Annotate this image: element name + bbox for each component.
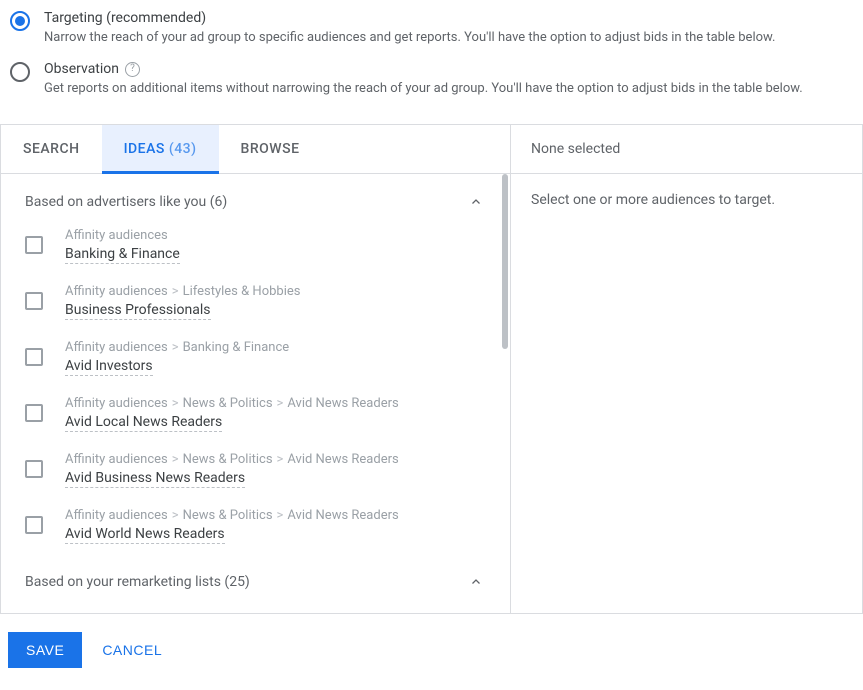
tab-ideas-count: (43) — [169, 141, 197, 157]
cancel-button[interactable]: CANCEL — [102, 642, 162, 658]
scrollbar-thumb[interactable] — [502, 174, 508, 349]
audience-name[interactable]: Banking & Finance — [65, 246, 180, 264]
help-icon[interactable]: ? — [125, 62, 140, 77]
checkbox[interactable] — [25, 404, 43, 422]
tab-browse-label: Browse — [241, 141, 300, 157]
audience-name[interactable]: Business Professionals — [65, 302, 211, 320]
radio-targeting-title: Targeting (recommended) — [44, 10, 853, 26]
list-item[interactable]: Affinity audiences Banking & Finance — [23, 218, 484, 274]
checkbox[interactable] — [25, 516, 43, 534]
list-item[interactable]: Affinity audiences>Lifestyles & Hobbies … — [23, 274, 484, 330]
checkbox[interactable] — [25, 292, 43, 310]
tab-ideas[interactable]: Ideas (43) — [102, 125, 219, 173]
targeting-options: Targeting (recommended) Narrow the reach… — [0, 0, 863, 124]
list-item[interactable]: Affinity audiences>News & Politics>Avid … — [23, 442, 484, 498]
list-item[interactable]: Affinity audiences>News & Politics>Avid … — [23, 386, 484, 442]
audience-name[interactable]: Avid World News Readers — [65, 526, 225, 544]
audience-name[interactable]: Avid Business News Readers — [65, 470, 245, 488]
radio-observation-control[interactable] — [10, 62, 30, 82]
checkbox[interactable] — [25, 460, 43, 478]
tab-search[interactable]: Search — [1, 125, 102, 173]
breadcrumb: Affinity audiences>News & Politics>Avid … — [65, 396, 399, 413]
audience-name[interactable]: Avid Investors — [65, 358, 153, 376]
right-column: None selected Select one or more audienc… — [511, 125, 862, 613]
radio-observation[interactable]: Observation ? Get reports on additional … — [10, 57, 853, 108]
audience-name[interactable]: Avid Local News Readers — [65, 414, 222, 432]
breadcrumb: Affinity audiences>News & Politics>Avid … — [65, 508, 399, 525]
checkbox[interactable] — [25, 348, 43, 366]
chevron-up-icon[interactable] — [470, 576, 482, 588]
audience-panel: Search Ideas (43) Browse Based on advert… — [0, 124, 863, 614]
radio-targeting-desc: Narrow the reach of your ad group to spe… — [44, 29, 853, 47]
selection-header: None selected — [511, 125, 862, 174]
tab-ideas-label: Ideas — [124, 141, 165, 157]
breadcrumb: Affinity audiences>Banking & Finance — [65, 340, 289, 357]
checkbox[interactable] — [25, 236, 43, 254]
radio-targeting-control[interactable] — [10, 11, 30, 31]
section-advertisers-header[interactable]: Based on advertisers like you (6) — [23, 174, 484, 218]
tab-search-label: Search — [23, 141, 80, 157]
chevron-up-icon[interactable] — [470, 196, 482, 208]
tab-browse[interactable]: Browse — [219, 125, 322, 173]
left-column: Search Ideas (43) Browse Based on advert… — [1, 125, 511, 613]
radio-observation-desc: Get reports on additional items without … — [44, 80, 853, 98]
tabs: Search Ideas (43) Browse — [1, 125, 510, 174]
breadcrumb: Affinity audiences — [65, 228, 180, 245]
ideas-scroll-area: Based on advertisers like you (6) Affini… — [1, 174, 510, 613]
radio-targeting[interactable]: Targeting (recommended) Narrow the reach… — [10, 6, 853, 57]
selection-placeholder: Select one or more audiences to target. — [511, 174, 862, 226]
radio-observation-title: Observation — [44, 61, 119, 77]
breadcrumb: Affinity audiences>News & Politics>Avid … — [65, 452, 399, 469]
list-item[interactable]: Affinity audiences>Banking & Finance Avi… — [23, 330, 484, 386]
breadcrumb: Affinity audiences>Lifestyles & Hobbies — [65, 284, 300, 301]
save-button[interactable]: SAVE — [8, 632, 82, 668]
section-remarketing-label: Based on your remarketing lists (25) — [25, 574, 250, 590]
section-remarketing-header[interactable]: Based on your remarketing lists (25) — [23, 554, 484, 598]
section-advertisers-label: Based on advertisers like you (6) — [25, 194, 227, 210]
list-item[interactable]: Affinity audiences>News & Politics>Avid … — [23, 498, 484, 554]
footer-actions: SAVE CANCEL — [0, 614, 863, 686]
